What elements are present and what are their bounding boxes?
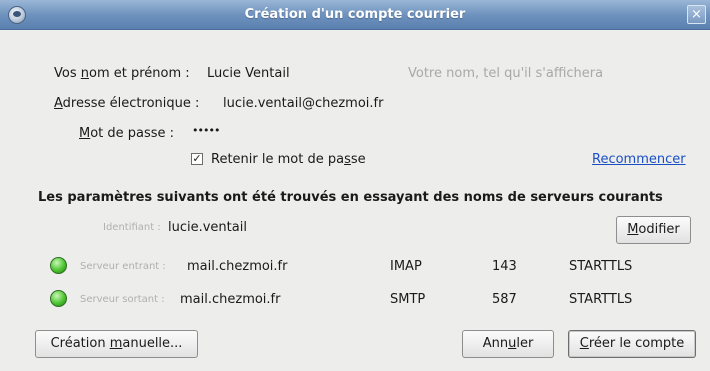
incoming-security: STARTTLS — [569, 259, 633, 274]
remember-password-checkbox[interactable]: ✓ — [191, 153, 203, 165]
title-bar: Création d'un compte courrier × — [0, 0, 710, 30]
incoming-host-field[interactable]: mail.chezmoi.fr — [187, 259, 287, 274]
cancel-button[interactable]: Annuler — [462, 330, 554, 358]
identifier-field[interactable]: lucie.ventail — [168, 220, 247, 235]
manual-setup-button[interactable]: Création manuelle... — [35, 330, 198, 358]
email-field[interactable]: lucie.ventail@chezmoi.fr — [223, 96, 383, 111]
create-account-button[interactable]: Créer le compte — [568, 330, 696, 358]
outgoing-port: 587 — [492, 292, 517, 307]
name-field[interactable]: Lucie Ventail — [207, 66, 290, 81]
password-label: Mot de passe : — [79, 126, 175, 141]
settings-heading: Les paramètres suivants ont été trouvés … — [38, 190, 663, 205]
password-field[interactable]: ••••• — [192, 124, 220, 137]
outgoing-host-field[interactable]: mail.chezmoi.fr — [180, 292, 280, 307]
email-label: Adresse électronique : — [54, 96, 200, 111]
modify-button[interactable]: Modifier — [616, 216, 691, 244]
outgoing-server-label: Serveur sortant : — [80, 294, 165, 305]
incoming-port: 143 — [492, 259, 517, 274]
window-title: Création d'un compte courrier — [244, 7, 466, 22]
name-hint: Votre nom, tel qu'il s'affichera — [408, 66, 604, 81]
outgoing-security: STARTTLS — [569, 292, 633, 307]
restart-link[interactable]: Recommencer — [592, 152, 686, 167]
remember-password-label: Retenir le mot de passe — [211, 152, 366, 167]
name-label: Vos nom et prénom : — [54, 66, 190, 81]
close-button[interactable]: × — [687, 5, 706, 24]
outgoing-status-icon — [50, 290, 67, 307]
incoming-server-label: Serveur entrant : — [80, 261, 166, 272]
outgoing-protocol: SMTP — [390, 292, 426, 307]
incoming-protocol: IMAP — [390, 259, 422, 274]
incoming-status-icon — [50, 257, 67, 274]
identifier-label: Identifiant : — [103, 222, 161, 233]
